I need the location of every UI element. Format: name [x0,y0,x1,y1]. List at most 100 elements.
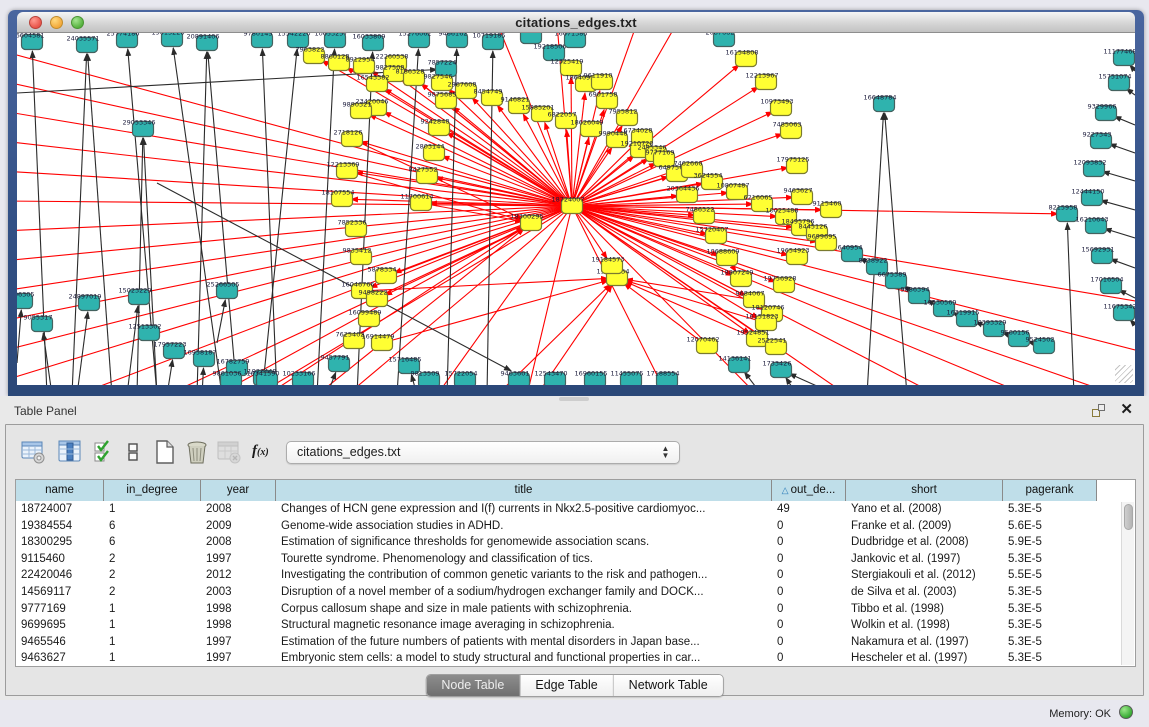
table-row[interactable]: 977716911998Corpus callosum shape and si… [16,601,1121,618]
table-row[interactable]: 1456911722003Disruption of a novel membe… [16,584,1121,601]
tab-network-table[interactable]: Network Table [614,675,723,696]
graph-node-label: 17975125 [776,156,809,164]
citation-edge-black[interactable] [1101,200,1135,210]
function-builder-icon[interactable]: f(x) [252,443,280,471]
citation-edge-red[interactable] [571,77,572,206]
table-row[interactable]: 969969511998Structural magnetic resonanc… [16,617,1121,634]
citation-edge-black[interactable] [262,49,297,385]
show-columns-icon[interactable] [57,439,85,467]
table-row[interactable]: 1830029562008Estimation of significance … [16,534,1121,551]
trash-icon[interactable] [184,439,212,467]
new-file-icon[interactable] [152,439,180,467]
column-header-short[interactable]: short [846,480,1003,501]
cell-pagerank: 5.3E-5 [1003,634,1097,651]
table-row[interactable]: 2242004622012Investigating the contribut… [16,567,1121,584]
citation-edge-black[interactable] [77,312,88,385]
cell-pagerank: 5.3E-5 [1003,650,1097,666]
citation-edge-red[interactable] [382,280,608,343]
table-header-row: namein_degreeyeartitle△out_de...shortpag… [16,480,1135,501]
citation-edge-black[interactable] [1114,116,1135,125]
table-selector-dropdown[interactable]: citations_edges.txt ▲▼ [286,441,680,464]
splitter-handle[interactable] [559,397,589,401]
citation-edge-black[interactable] [32,51,47,385]
cell-pagerank: 5.3E-5 [1003,551,1097,568]
tab-node-table[interactable]: Node Table [426,675,520,696]
citation-edge-red[interactable] [362,278,608,291]
column-header-out_degree[interactable]: △out_de... [772,480,846,501]
citation-graph[interactable]: 1660458124035571257741861901322620891406… [17,33,1135,385]
graph-node-label: 9875685 [428,91,457,99]
citation-edge-black[interactable] [867,113,883,385]
graph-node-label: 25266505 [206,281,239,289]
column-header-in_degree[interactable]: in_degree [104,480,201,501]
graph-node-label: 24035571 [66,35,99,43]
citation-edge-black[interactable] [217,300,225,343]
cell-in_degree: 2 [104,567,201,584]
cell-title: Estimation of significance thresholds fo… [276,534,772,551]
cell-name: 22420046 [16,567,104,584]
resize-grip[interactable] [1115,365,1133,383]
scrollbar-thumb[interactable] [1124,504,1133,530]
citation-edge-black[interactable] [1109,144,1135,153]
citation-edge-black[interactable] [744,372,762,385]
graph-node-label: 11177468 [1103,48,1135,56]
table-row[interactable]: 911546021997Tourette syndrome. Phenomeno… [16,551,1121,568]
citation-edge-black[interactable] [397,49,418,385]
tab-edge-table[interactable]: Edge Table [520,675,613,696]
select-rows-icon[interactable] [92,439,120,467]
graph-node-label: 9329966 [1088,103,1117,111]
graph-node-label: 12325419 [550,58,583,66]
citation-edge-red[interactable] [527,206,572,385]
graph-node-label: 14136141 [718,355,751,363]
table-row[interactable]: 1938455462009Genome-wide association stu… [16,518,1121,535]
graph-node-label: 8938922 [859,257,888,265]
citation-edge-red[interactable] [361,142,572,206]
table-row[interactable]: 1872400712008Changes of HCN gene express… [16,501,1121,518]
table-row[interactable]: 946554611997Estimation of the future num… [16,634,1121,651]
citation-edge-red[interactable] [572,206,788,255]
column-header-name[interactable]: name [16,480,104,501]
citation-edge-black[interactable] [262,49,277,385]
graph-node-label: 9115460 [813,200,842,208]
citation-edge-black[interactable] [202,368,204,385]
citation-edge-red[interactable] [17,111,572,206]
citation-edge-black[interactable] [1103,172,1135,181]
graph-node-label: 18724007 [551,196,584,204]
memory-status-indicator[interactable] [1119,705,1133,719]
citation-edge-red[interactable] [572,206,1135,353]
citation-edge-black[interactable] [197,52,207,385]
table-row[interactable]: 946362711997Embryonic stem cells: a mode… [16,650,1121,666]
citation-edge-red[interactable] [572,91,600,206]
network-canvas[interactable]: 1660458124035571257741861901322620891406… [17,33,1135,385]
graph-node-label: 25206305 [17,291,35,299]
citation-edge-black[interactable] [1105,229,1135,238]
citation-edge-black[interactable] [786,378,797,385]
vertical-scrollbar[interactable] [1121,502,1134,665]
graph-node-label: 16958187 [183,349,216,357]
graph-node-label: 10653257 [314,33,347,38]
citation-edge-black[interactable] [43,333,52,385]
graph-node-label: 18807249 [720,269,753,277]
float-panel-icon[interactable] [1092,404,1105,417]
graph-node-label: 6216065 [744,194,773,202]
cell-year: 1998 [201,617,276,634]
cells-icon[interactable] [120,439,148,467]
close-panel-icon[interactable]: ✕ [1120,400,1133,418]
cell-name: 18724007 [16,501,104,518]
citation-edge-black[interactable] [1067,223,1074,385]
citation-edge-black[interactable] [327,372,336,385]
graph-node-label: 9463627 [784,187,813,195]
column-header-title[interactable]: title [276,480,772,501]
window-titlebar[interactable]: citations_edges.txt [17,12,1135,33]
citation-edge-black[interactable] [88,54,112,385]
table-settings-icon[interactable] [20,439,48,467]
cell-in_degree: 2 [104,584,201,601]
citation-edge-black[interactable] [173,48,222,385]
cell-year: 1997 [201,634,276,651]
citation-edge-black[interactable] [1110,259,1135,268]
citation-edge-red[interactable] [453,107,572,206]
cell-name: 9463627 [16,650,104,666]
citation-edge-black[interactable] [167,360,173,385]
column-header-pagerank[interactable]: pagerank [1003,480,1097,501]
column-header-year[interactable]: year [201,480,276,501]
